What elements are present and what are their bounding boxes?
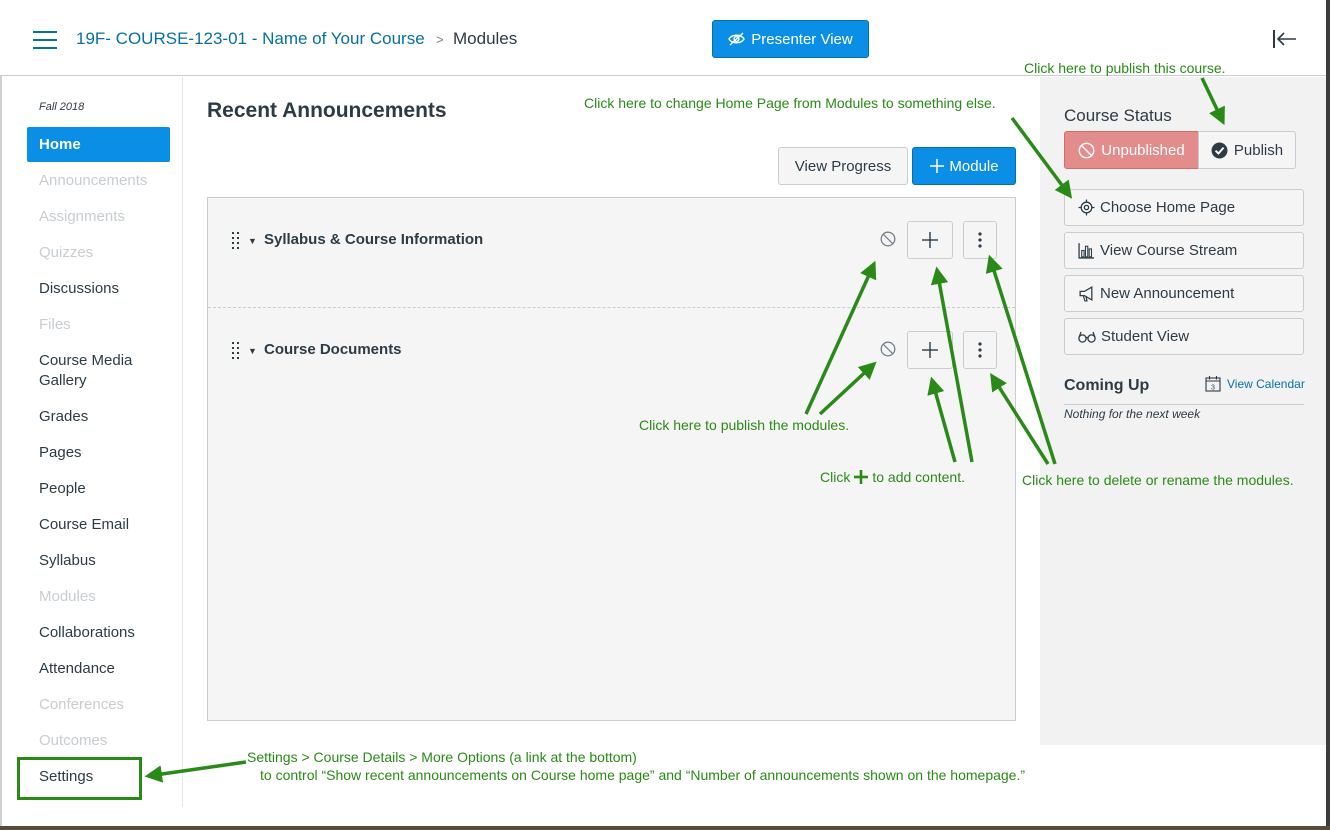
annotation-delete-rename: Click here to delete or rename the modul… [1022,472,1294,488]
collapse-caret-icon[interactable]: ▼ [248,236,257,246]
nav-item-pages[interactable]: Pages [27,443,170,463]
coming-up-heading: Coming Up [1064,377,1150,394]
course-status-heading: Course Status [1064,106,1172,125]
nav-item-course-email[interactable]: Course Email [27,515,170,535]
annotation-settings-line1: Settings > Course Details > More Options… [247,749,637,765]
view-course-stream-label: View Course Stream [1100,242,1238,259]
annotation-add-content-suffix: to add content. [872,469,965,485]
nav-item-collaborations[interactable]: Collaborations [27,623,170,643]
green-plus-icon [854,470,869,484]
drag-handle-icon[interactable] [232,232,240,249]
view-course-stream-button[interactable]: View Course Stream [1064,232,1304,269]
presenter-view-button[interactable]: Presenter View [712,20,869,58]
nav-item-attendance[interactable]: Attendance [27,659,170,679]
calendar-icon: 3 [1205,376,1221,392]
annotation-add-content-prefix: Click [820,469,851,485]
publish-button[interactable]: Publish [1198,131,1296,169]
modules-container [207,197,1016,721]
glasses-icon [1078,331,1096,343]
module-divider [208,307,1015,308]
nav-item-assignments[interactable]: Assignments [27,207,170,227]
coming-up-divider [1064,404,1304,405]
module-title[interactable]: Syllabus & Course Information [264,231,483,248]
ban-icon [1078,142,1095,158]
collapse-caret-icon[interactable]: ▼ [248,346,257,356]
nav-item-grades[interactable]: Grades [27,407,170,427]
nav-item-syllabus[interactable]: Syllabus [27,551,170,571]
settings-highlight-box [17,757,142,800]
nav-item-outcomes[interactable]: Outcomes [27,731,170,751]
calendar-day-number: 3 [1211,384,1215,391]
nav-item-people[interactable]: People [27,479,170,499]
nav-item-announcements[interactable]: Announcements [27,171,170,191]
recent-announcements-heading: Recent Announcements [207,99,447,122]
student-view-button[interactable]: Student View [1064,318,1304,355]
breadcrumb-separator: > [436,32,444,47]
eye-slash-icon [728,32,746,46]
plus-icon [922,342,938,358]
add-module-label: Module [949,157,999,175]
drag-handle-icon[interactable] [232,342,240,359]
plus-icon [930,159,945,173]
nav-item-home[interactable]: Home [27,127,170,162]
view-calendar-label: View Calendar [1227,376,1305,391]
add-module-button[interactable]: Module [912,147,1016,185]
kebab-menu-icon [978,342,982,358]
module-options-button[interactable] [963,331,997,369]
annotation-change-home-page: Click here to change Home Page from Modu… [584,95,996,111]
unpublished-module-icon[interactable] [880,231,896,247]
nav-item-discussions[interactable]: Discussions [27,279,170,299]
plus-icon [922,232,938,248]
check-circle-icon [1211,142,1228,158]
annotation-publish-modules: Click here to publish the modules. [639,417,850,433]
module-title[interactable]: Course Documents [264,341,402,358]
page-right-edge [1326,0,1330,830]
student-view-label: Student View [1101,328,1190,345]
target-icon [1078,199,1095,216]
collapse-sidebar-icon[interactable] [1270,28,1298,50]
add-content-button[interactable] [907,221,953,259]
hamburger-menu-icon[interactable] [33,31,57,49]
view-progress-button[interactable]: View Progress [778,147,908,185]
unpublished-module-icon[interactable] [880,341,896,357]
nav-item-quizzes[interactable]: Quizzes [27,243,170,263]
annotation-add-content: Click to add content. [820,469,965,485]
nav-item-modules[interactable]: Modules [27,587,170,607]
choose-home-page-button[interactable]: Choose Home Page [1064,189,1304,226]
publish-label: Publish [1233,141,1284,159]
nav-item-course-media-gallery[interactable]: Course Media Gallery [27,351,170,391]
megaphone-icon [1079,286,1093,302]
breadcrumb-course-link[interactable]: 19F- COURSE-123-01 - Name of Your Course [76,29,425,49]
module-options-button[interactable] [963,221,997,259]
annotation-settings-line2: to control “Show recent announcements on… [260,767,1026,783]
bar-chart-icon [1078,243,1094,259]
nav-item-files[interactable]: Files [27,315,170,335]
nav-item-conferences[interactable]: Conferences [27,695,170,715]
coming-up-empty-text: Nothing for the next week [1064,407,1201,421]
add-content-button[interactable] [907,331,953,369]
term-label: Fall 2018 [39,101,85,113]
choose-home-page-label: Choose Home Page [1100,199,1236,216]
new-announcement-button[interactable]: New Announcement [1064,275,1304,312]
unpublished-label: Unpublished [1101,141,1185,159]
presenter-view-label: Presenter View [751,30,853,48]
unpublished-button[interactable]: Unpublished [1064,131,1199,169]
kebab-menu-icon [978,232,982,248]
annotation-publish-course: Click here to publish this course. [1024,60,1226,76]
page-bottom-edge [0,826,1330,830]
view-calendar-link[interactable]: 3 View Calendar [1205,375,1305,392]
breadcrumb-current-page: Modules [453,29,518,48]
new-announcement-label: New Announcement [1100,285,1235,302]
